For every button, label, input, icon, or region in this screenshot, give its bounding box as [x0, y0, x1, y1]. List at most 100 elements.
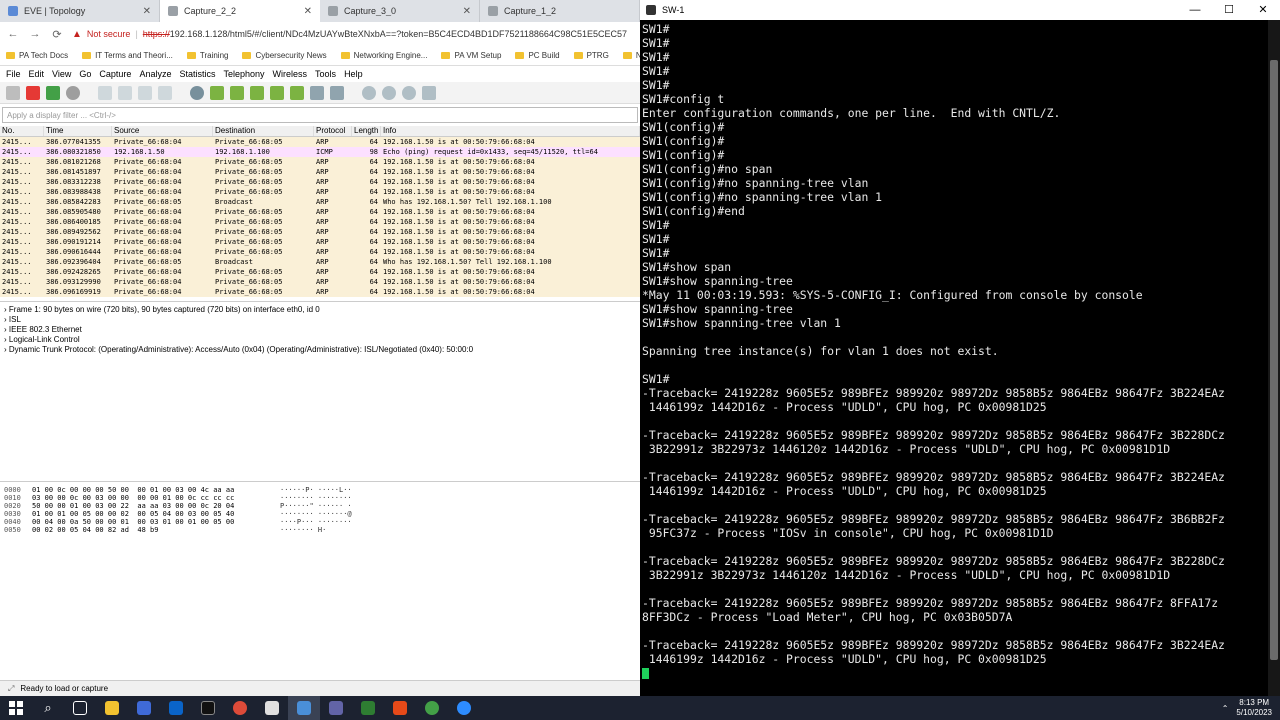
bookmark-folder[interactable]: Cybersecurity News	[242, 51, 327, 60]
bookmark-folder[interactable]: PTRG	[573, 51, 609, 60]
close-icon[interactable]: ✕	[143, 6, 151, 17]
menu-help[interactable]: Help	[344, 69, 363, 79]
detail-line[interactable]: › ISL	[0, 315, 640, 325]
taskbar-app[interactable]	[352, 696, 384, 720]
hex-row[interactable]: 0010 03 00 00 0c 00 03 00 00 00 00 01 00 …	[0, 494, 640, 502]
resize-columns-icon[interactable]	[422, 85, 436, 100]
taskbar-app[interactable]	[448, 696, 480, 720]
packet-row[interactable]: 2415... 386.096169919 Private_66:68:04 Priv…	[0, 287, 640, 297]
taskbar-app[interactable]	[320, 696, 352, 720]
packet-bytes[interactable]: 0000 01 00 0c 00 00 00 50 00 00 01 00 03 …	[0, 482, 640, 672]
hex-row[interactable]: 0000 01 00 0c 00 00 00 50 00 00 01 00 03 …	[0, 486, 640, 494]
packet-row[interactable]: 2415... 386.085905480 Private_66:68:04 Priv…	[0, 207, 640, 217]
menu-telephony[interactable]: Telephony	[223, 69, 264, 79]
column-header[interactable]: Source	[112, 126, 213, 136]
column-header[interactable]: Protocol	[314, 126, 352, 136]
go-back-icon[interactable]	[210, 85, 224, 100]
packet-row[interactable]: 2415... 386.085842283 Private_66:68:05 Broa…	[0, 197, 640, 207]
shark-fin-icon[interactable]	[6, 85, 20, 100]
bookmark-folder[interactable]: PC Build	[515, 51, 560, 60]
menu-capture[interactable]: Capture	[99, 69, 131, 79]
packet-row[interactable]: 2415... 386.090616444 Private_66:68:04 Priv…	[0, 247, 640, 257]
restart-capture-icon[interactable]	[46, 85, 60, 100]
taskbar-app[interactable]	[96, 696, 128, 720]
hex-row[interactable]: 0040 00 04 00 0a 50 00 00 01 00 03 01 00 …	[0, 518, 640, 526]
menu-statistics[interactable]: Statistics	[179, 69, 215, 79]
menu-wireless[interactable]: Wireless	[273, 69, 308, 79]
detail-line[interactable]: › Frame 1: 90 bytes on wire (720 bits), …	[0, 305, 640, 315]
column-header[interactable]: Length	[352, 126, 381, 136]
back-icon[interactable]: ←	[6, 28, 20, 40]
taskbar-app[interactable]	[128, 696, 160, 720]
close-button[interactable]: ✕	[1246, 0, 1280, 20]
packet-row[interactable]: 2415... 386.092396404 Private_66:68:05 Broa…	[0, 257, 640, 267]
packet-row[interactable]: 2415... 386.092428265 Private_66:68:04 Priv…	[0, 267, 640, 277]
close-file-icon[interactable]	[138, 85, 152, 100]
reload-icon[interactable]: ⟳	[50, 28, 64, 41]
bookmark-folder[interactable]: Networking Engine...	[340, 51, 427, 60]
menu-tools[interactable]: Tools	[315, 69, 336, 79]
zoom-out-icon[interactable]	[382, 85, 396, 100]
zoom-in-icon[interactable]	[362, 85, 376, 100]
terminal-scrollbar[interactable]	[1268, 20, 1280, 696]
last-packet-icon[interactable]	[290, 85, 304, 100]
task-view-button[interactable]	[64, 696, 96, 720]
find-packet-icon[interactable]	[190, 85, 204, 100]
column-header[interactable]: No.	[0, 126, 44, 136]
taskbar-app[interactable]	[160, 696, 192, 720]
taskbar-app[interactable]	[256, 696, 288, 720]
packet-row[interactable]: 2415... 386.080321850 192.168.1.50 192.168.…	[0, 147, 640, 157]
close-icon[interactable]: ✕	[304, 6, 312, 17]
taskbar-app[interactable]	[192, 696, 224, 720]
packet-row[interactable]: 2415... 386.086400185 Private_66:68:04 Priv…	[0, 217, 640, 227]
packet-row[interactable]: 2415... 386.081451897 Private_66:68:04 Priv…	[0, 167, 640, 177]
hex-row[interactable]: 0020 50 00 00 01 00 03 00 22 aa aa 03 00 …	[0, 502, 640, 510]
taskbar-app[interactable]	[224, 696, 256, 720]
open-file-icon[interactable]	[98, 85, 112, 100]
bookmark-folder[interactable]: Training	[186, 51, 228, 60]
taskbar-app[interactable]	[384, 696, 416, 720]
forward-icon[interactable]: →	[28, 28, 42, 40]
packet-row[interactable]: 2415... 386.090191214 Private_66:68:04 Priv…	[0, 237, 640, 247]
packet-details[interactable]: › Frame 1: 90 bytes on wire (720 bits), …	[0, 302, 640, 482]
address-bar[interactable]: ▲ Not secure | https://192.168.1.128/htm…	[72, 25, 634, 43]
menu-file[interactable]: File	[6, 69, 21, 79]
autoscroll-icon[interactable]	[310, 85, 324, 100]
scrollbar-thumb[interactable]	[1270, 60, 1278, 660]
taskbar-app[interactable]	[416, 696, 448, 720]
detail-line[interactable]: › IEEE 802.3 Ethernet	[0, 325, 640, 335]
tab-capture-3-0[interactable]: Capture_3_0 ✕	[320, 0, 480, 22]
tab-capture-2-2[interactable]: Capture_2_2 ✕	[160, 0, 320, 22]
hex-row[interactable]: 0030 01 00 01 00 05 00 00 02 00 05 04 00 …	[0, 510, 640, 518]
clock[interactable]: 8:13 PM 5/10/2023	[1236, 698, 1272, 718]
normal-size-icon[interactable]	[402, 85, 416, 100]
save-file-icon[interactable]	[118, 85, 132, 100]
terminal-output[interactable]: SW1# SW1# SW1# SW1# SW1# SW1#config t Enter co…	[642, 22, 1264, 690]
menu-analyze[interactable]: Analyze	[139, 69, 171, 79]
first-packet-icon[interactable]	[270, 85, 284, 100]
bookmark-folder[interactable]: Ne	[622, 51, 640, 60]
taskbar-app[interactable]	[288, 696, 320, 720]
bookmark-folder[interactable]: IT Terms and Theori...	[82, 51, 173, 60]
search-button[interactable]: ⌕	[32, 696, 64, 720]
status-icon[interactable]: ⤢	[8, 684, 14, 694]
stop-capture-icon[interactable]	[26, 85, 40, 100]
bookmark-folder[interactable]: PA VM Setup	[441, 51, 501, 60]
close-icon[interactable]: ✕	[463, 6, 471, 17]
menu-edit[interactable]: Edit	[29, 69, 45, 79]
column-header[interactable]: Destination	[213, 126, 314, 136]
reload-file-icon[interactable]	[158, 85, 172, 100]
column-header[interactable]: Time	[44, 126, 112, 136]
detail-line[interactable]: › Dynamic Trunk Protocol: (Operating/Adm…	[0, 345, 640, 355]
column-header[interactable]: Info	[381, 126, 640, 136]
capture-options-icon[interactable]	[66, 85, 80, 100]
packet-row[interactable]: 2415... 386.081021268 Private_66:68:04 Priv…	[0, 157, 640, 167]
hex-row[interactable]: 0050 00 02 00 05 04 00 82 ad 48 b9 ·······…	[0, 526, 640, 534]
packet-row[interactable]: 2415... 386.083988438 Private_66:68:04 Priv…	[0, 187, 640, 197]
packet-row[interactable]: 2415... 386.089492562 Private_66:68:04 Priv…	[0, 227, 640, 237]
go-forward-icon[interactable]	[230, 85, 244, 100]
tray-expand-icon[interactable]: ⌃	[1222, 704, 1229, 713]
tab-capture-1-2[interactable]: Capture_1_2	[480, 0, 640, 22]
packet-row[interactable]: 2415... 386.083312238 Private_66:68:04 Priv…	[0, 177, 640, 187]
start-button[interactable]	[0, 696, 32, 720]
